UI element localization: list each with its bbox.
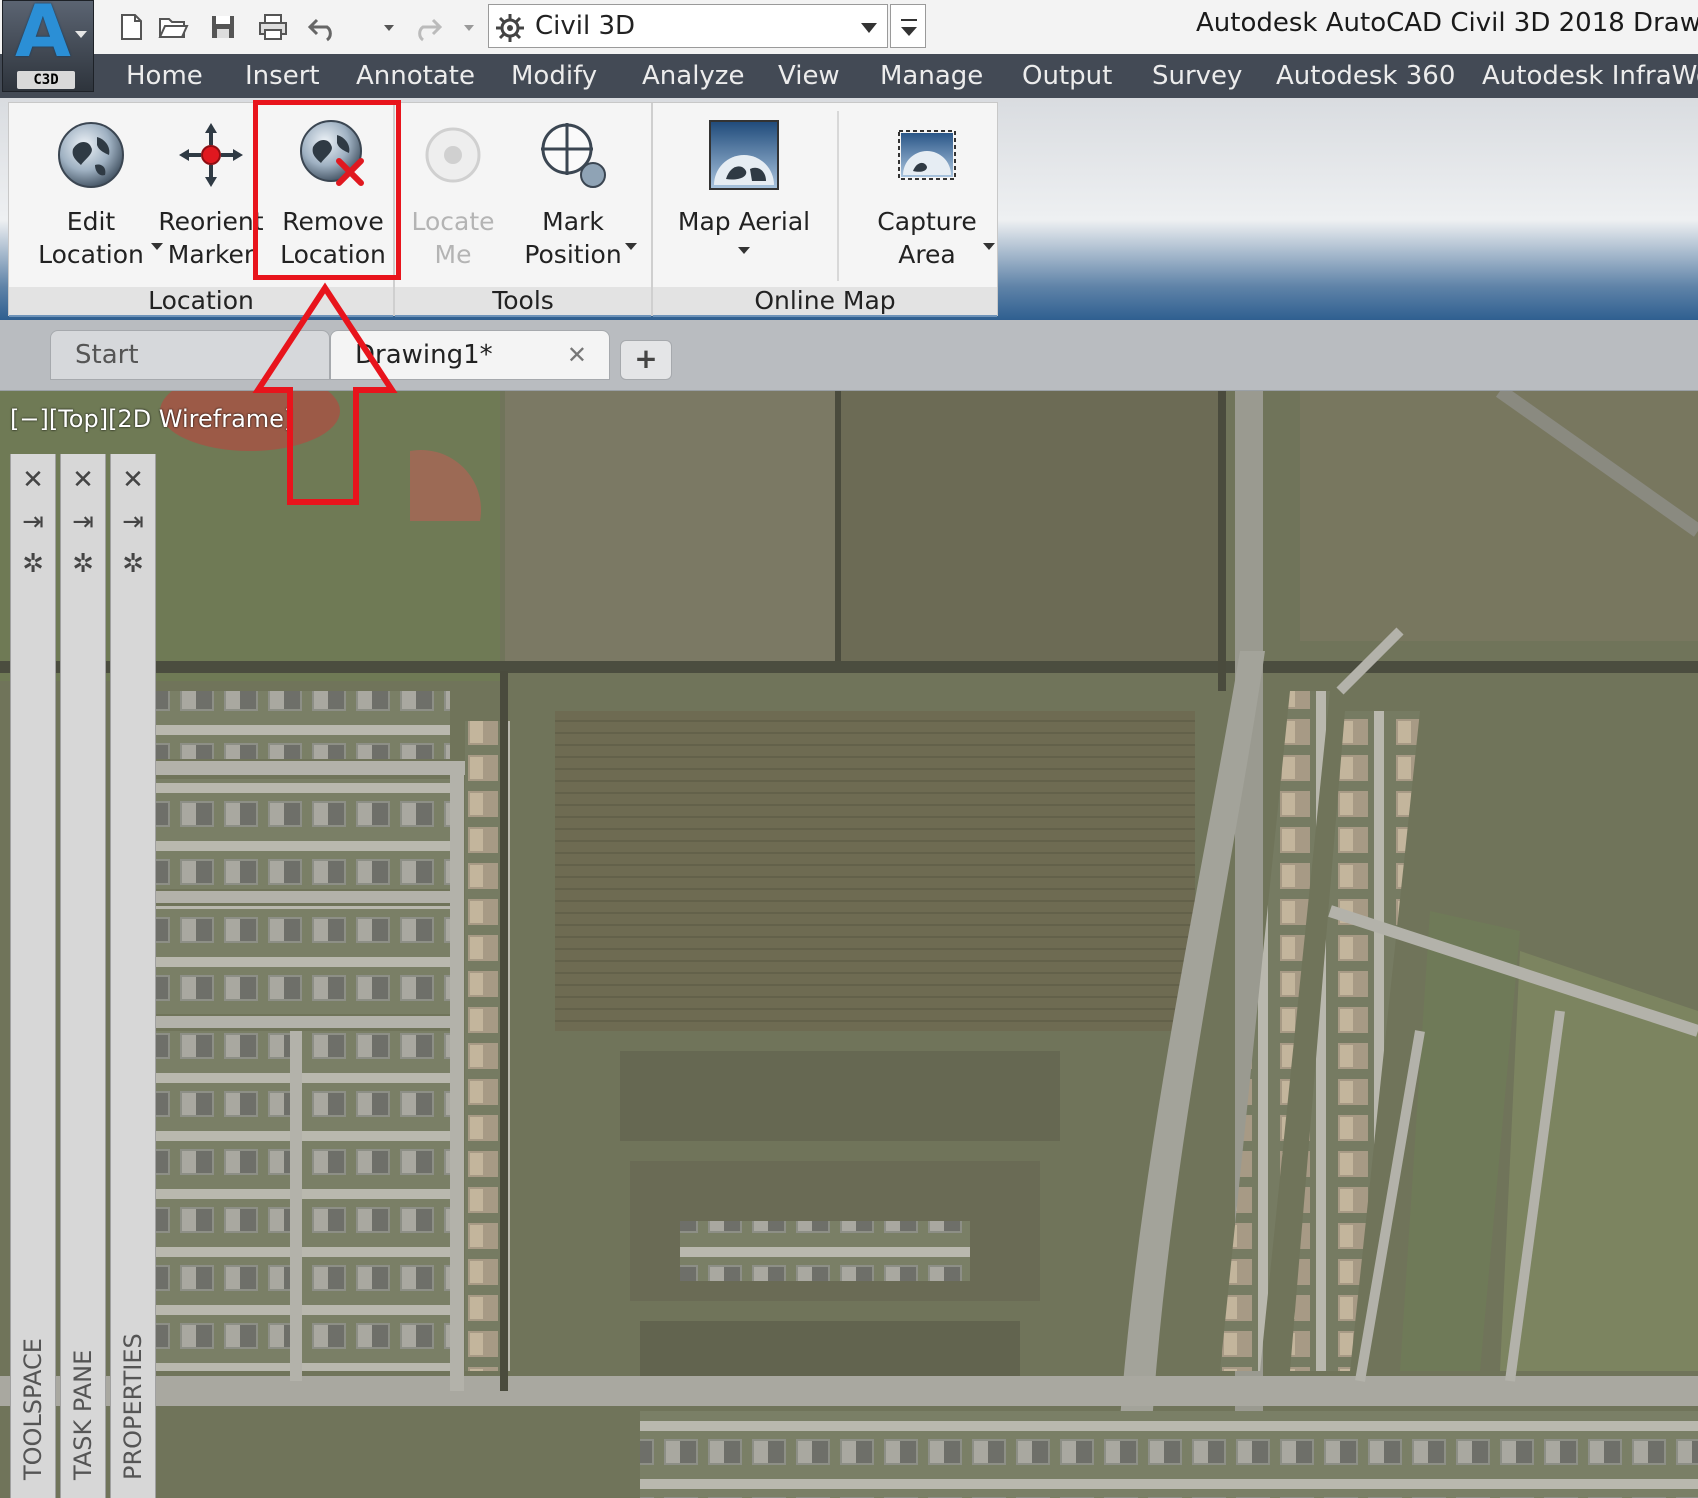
tab-insert[interactable]: Insert [245,58,320,94]
locate-me-button: Locate Me [393,113,513,283]
reorient-marker-label: Reorient Marker [158,207,264,269]
ribbon-panels: Edit Location Reorient Marker Remove Locati… [8,102,998,317]
workspace-dropdown[interactable]: Civil 3D [488,4,888,48]
properties-icon[interactable]: ✲ [11,546,55,582]
capture-area-label: Capture Area [877,207,977,269]
reorient-marker-button[interactable]: Reorient Marker [151,113,271,283]
aerial-map-image [0,391,1698,1498]
ribbon: Edit Location Reorient Marker Remove Locati… [0,98,1698,320]
task-pane-title: TASK PANE [69,1349,97,1480]
save-icon[interactable] [206,10,240,44]
chevron-down-icon [861,23,877,33]
autohide-icon[interactable]: ⇥ [11,504,55,540]
tools-panel-title[interactable]: Tools [395,287,651,317]
reorient-marker-icon [175,119,247,191]
panel-divider [837,111,839,281]
file-tab-bar: Start Drawing1* ✕ + [0,320,1698,391]
plot-icon[interactable] [256,10,290,44]
new-drawing-tab-button[interactable]: + [620,340,672,380]
mark-position-button[interactable]: Mark Position [513,113,637,283]
viewport-controls[interactable]: [−][Top][2D Wireframe] [10,405,293,433]
chevron-down-icon [75,31,87,38]
tab-modify[interactable]: Modify [511,58,597,94]
properties-palette[interactable]: ✕ ⇥ ✲ PROPERTIES [110,454,156,1498]
crosshair-globe-icon [537,119,609,191]
remove-globe-icon [297,119,369,191]
customize-quick-access-button[interactable] [890,4,926,48]
autohide-icon[interactable]: ⇥ [61,504,105,540]
tab-analyze[interactable]: Analyze [642,58,744,94]
edit-location-label: Edit Location [38,207,144,269]
window-title: Autodesk AutoCAD Civil 3D 2018 Drawin [1196,8,1698,38]
close-icon[interactable]: ✕ [567,331,587,379]
tab-start[interactable]: Start [50,330,330,380]
tab-autodesk-360[interactable]: Autodesk 360 [1276,58,1455,94]
tab-drawing1-label: Drawing1* [355,340,493,370]
chevron-down-icon[interactable] [738,247,750,254]
product-badge: C3D [17,71,75,89]
gear-icon [495,13,525,47]
map-aerial-label: Map Aerial [677,207,811,236]
new-icon[interactable] [114,10,148,44]
close-icon[interactable]: ✕ [61,462,105,498]
tab-autodesk-infraworks[interactable]: Autodesk InfraWor [1482,58,1698,94]
locate-me-label: Locate Me [411,207,495,269]
properties-icon[interactable]: ✲ [61,546,105,582]
open-icon[interactable] [156,10,190,44]
tab-manage[interactable]: Manage [880,58,983,94]
properties-title: PROPERTIES [119,1333,147,1480]
toolspace-palette[interactable]: ✕ ⇥ ✲ TOOLSPACE [10,454,56,1498]
tab-home[interactable]: Home [126,58,203,94]
map-aerial-button[interactable]: Map Aerial [669,113,819,283]
redo-dropdown-icon [464,25,474,31]
capture-area-button[interactable]: Capture Area [867,113,995,283]
undo-icon[interactable] [306,10,340,44]
application-menu-button[interactable]: A C3D [2,0,94,92]
tab-output[interactable]: Output [1022,58,1112,94]
toolspace-title: TOOLSPACE [19,1338,47,1480]
title-bar: Civil 3D Autodesk AutoCAD Civil 3D 2018 … [0,0,1698,55]
task-pane-palette[interactable]: ✕ ⇥ ✲ TASK PANE [60,454,106,1498]
close-icon[interactable]: ✕ [11,462,55,498]
capture-area-icon [891,119,963,191]
tab-annotate[interactable]: Annotate [356,58,475,94]
locate-me-icon [417,119,489,191]
redo-icon [410,10,444,44]
tab-view[interactable]: View [778,58,840,94]
chevron-down-icon[interactable] [625,243,637,250]
globe-icon [55,119,127,191]
autohide-icon[interactable]: ⇥ [111,504,155,540]
remove-location-button[interactable]: Remove Location [273,113,393,283]
mark-position-label: Mark Position [524,207,622,269]
chevron-down-icon[interactable] [983,243,995,250]
workspace-label: Civil 3D [535,11,636,41]
autocad-logo-icon: A [15,0,71,73]
online-map-panel-title[interactable]: Online Map [653,287,997,317]
location-panel-title[interactable]: Location [9,287,393,317]
tab-start-label: Start [75,340,139,370]
map-aerial-icon [708,119,780,191]
undo-dropdown-icon[interactable] [384,25,394,31]
drawing-viewport[interactable]: [−][Top][2D Wireframe] [0,391,1698,1498]
panel-divider [651,103,653,315]
ribbon-tab-bar: Home Insert Annotate Modify Analyze View… [0,54,1698,98]
remove-location-label: Remove Location [280,207,386,269]
close-icon[interactable]: ✕ [111,462,155,498]
edit-location-button[interactable]: Edit Location [31,113,163,283]
tab-drawing1[interactable]: Drawing1* ✕ [330,330,610,380]
tab-survey[interactable]: Survey [1152,58,1242,94]
properties-icon[interactable]: ✲ [111,546,155,582]
